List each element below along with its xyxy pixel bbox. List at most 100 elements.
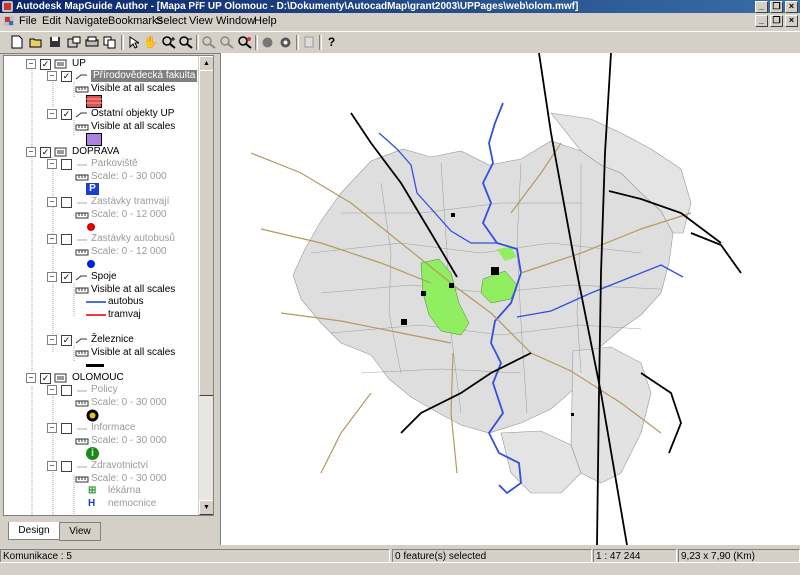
close-button[interactable]: × — [785, 1, 798, 13]
scale-row: Scale: 0 - 12 000 — [4, 246, 199, 258]
scale-icon — [75, 400, 89, 407]
layer-checkbox[interactable]: ✓ — [61, 272, 72, 283]
circle-icon[interactable] — [259, 34, 276, 50]
layer-icon — [75, 112, 87, 118]
menu-view[interactable]: View — [189, 13, 213, 30]
tree-group-olomouc[interactable]: − ✓ OLOMOUC — [4, 372, 199, 384]
layer-icon — [77, 466, 87, 468]
scroll-thumb[interactable] — [199, 70, 213, 396]
tree-layer-info[interactable]: − Informace — [4, 422, 199, 434]
menu-edit[interactable]: Edit — [42, 13, 61, 30]
tree-layer-bus-stops[interactable]: − Zastávky autobusů — [4, 233, 199, 245]
legend-item-hospital: H nemocnice — [4, 498, 199, 510]
collapse-toggle[interactable]: − — [26, 147, 36, 157]
layer-checkbox[interactable] — [61, 159, 72, 170]
parking-symbol: P — [4, 183, 199, 197]
layer-label-health: Zdravotnictví — [91, 460, 149, 471]
bus-stop-symbol — [4, 258, 199, 272]
layer-label-faculty: Přírodovědecká fakulta — [91, 70, 198, 82]
zoom-in-icon[interactable] — [160, 34, 177, 50]
tab-view[interactable]: View — [59, 522, 101, 541]
tree-layer-parking[interactable]: − Parkoviště — [4, 158, 199, 170]
tree-group-doprava[interactable]: − ✓ DOPRAVA — [4, 146, 199, 158]
layer-checkbox[interactable]: ✓ — [61, 71, 72, 82]
collapse-toggle[interactable]: − — [47, 109, 57, 119]
collapse-toggle[interactable]: − — [47, 197, 57, 207]
city-map — [250, 53, 742, 545]
print-setup-icon[interactable] — [65, 34, 82, 50]
scale-icon — [75, 212, 89, 219]
group-checkbox[interactable]: ✓ — [40, 59, 51, 70]
refresh-icon[interactable] — [277, 34, 294, 50]
layer-checkbox[interactable]: ✓ — [61, 335, 72, 346]
restore-button[interactable]: ❐ — [770, 1, 783, 13]
railway-symbol — [4, 359, 199, 371]
zoom-extents-icon[interactable] — [236, 34, 253, 50]
menu-navigate[interactable]: Navigate — [65, 13, 108, 30]
collapse-toggle[interactable]: − — [47, 423, 57, 433]
pan-hand-icon[interactable]: ✋ — [142, 34, 159, 50]
menu-file[interactable]: File — [19, 13, 37, 30]
window-title: Autodesk MapGuide Author - [Mapa PřF UP … — [16, 1, 579, 12]
panel-tabs: Design View — [0, 520, 215, 544]
collapse-toggle[interactable]: − — [26, 59, 36, 69]
tab-design[interactable]: Design — [8, 522, 60, 540]
tree-layer-railway[interactable]: − ✓ Železnice — [4, 334, 199, 346]
layer-checkbox[interactable] — [61, 423, 72, 434]
tree-layer-health[interactable]: − Zdravotnictví — [4, 460, 199, 472]
menu-window[interactable]: Window — [216, 13, 255, 30]
copy-icon[interactable] — [101, 34, 118, 50]
collapse-toggle[interactable]: − — [47, 385, 57, 395]
tree-group-up[interactable]: − ✓ UP — [4, 58, 199, 70]
tree-layer-police[interactable]: − Policy — [4, 384, 199, 396]
help-icon[interactable]: ? — [323, 34, 340, 50]
menu-bookmarks[interactable]: Bookmarks — [108, 13, 163, 30]
group-checkbox[interactable]: ✓ — [40, 147, 51, 158]
legend-scrollbar[interactable]: ▲ ▼ — [198, 56, 213, 515]
layer-label-police: Policy — [91, 384, 118, 395]
collapse-toggle[interactable]: − — [47, 159, 57, 169]
map-view[interactable] — [220, 53, 800, 545]
zoom-previous-icon[interactable] — [218, 34, 235, 50]
zoom-out-icon[interactable] — [177, 34, 194, 50]
layer-checkbox[interactable] — [61, 234, 72, 245]
print-icon[interactable] — [83, 34, 100, 50]
menu-help[interactable]: Help — [254, 13, 277, 30]
tree-layer-faculty[interactable]: − ✓ Přírodovědecká fakulta — [4, 70, 199, 82]
collapse-toggle[interactable]: − — [47, 234, 57, 244]
scale-icon — [75, 86, 89, 93]
group-checkbox[interactable]: ✓ — [40, 373, 51, 384]
menu-select[interactable]: Select — [156, 13, 187, 30]
info-icon: i — [86, 447, 99, 460]
select-arrow-icon[interactable] — [125, 34, 142, 50]
layer-checkbox[interactable]: ✓ — [61, 109, 72, 120]
scale-row: Scale: 0 - 12 000 — [4, 209, 199, 221]
tree-layer-spoje[interactable]: − ✓ Spoje — [4, 271, 199, 283]
collapse-toggle[interactable]: − — [47, 272, 57, 282]
item-label-bus: autobus — [108, 296, 144, 307]
doc-minimize-button[interactable]: _ — [755, 15, 768, 27]
layer-icon[interactable] — [300, 34, 317, 50]
save-icon[interactable] — [46, 34, 63, 50]
collapse-toggle[interactable]: − — [47, 335, 57, 345]
layer-checkbox[interactable] — [61, 461, 72, 472]
layer-checkbox[interactable] — [61, 197, 72, 208]
doc-restore-button[interactable]: ❐ — [770, 15, 783, 27]
open-icon[interactable] — [27, 34, 44, 50]
collapse-toggle[interactable]: − — [47, 71, 57, 81]
scroll-down-button[interactable]: ▼ — [199, 500, 213, 515]
other-up-swatch — [86, 133, 102, 146]
zoom-window-icon[interactable] — [200, 34, 217, 50]
layer-label-bus-stops: Zastávky autobusů — [91, 233, 175, 244]
legend-item-bus: autobus — [4, 296, 199, 308]
tree-layer-other-up[interactable]: − ✓ Ostatní objekty UP — [4, 108, 199, 120]
layer-checkbox[interactable] — [61, 385, 72, 396]
collapse-toggle[interactable]: − — [26, 373, 36, 383]
tree-layer-tram-stops[interactable]: − Zastávky tramvají — [4, 196, 199, 208]
doc-close-button[interactable]: × — [785, 15, 798, 27]
scroll-up-button[interactable]: ▲ — [199, 56, 213, 71]
scale-row: Scale: 0 - 30 000 — [4, 473, 199, 485]
minimize-button[interactable]: _ — [755, 1, 768, 13]
new-icon[interactable] — [8, 34, 25, 50]
collapse-toggle[interactable]: − — [47, 461, 57, 471]
